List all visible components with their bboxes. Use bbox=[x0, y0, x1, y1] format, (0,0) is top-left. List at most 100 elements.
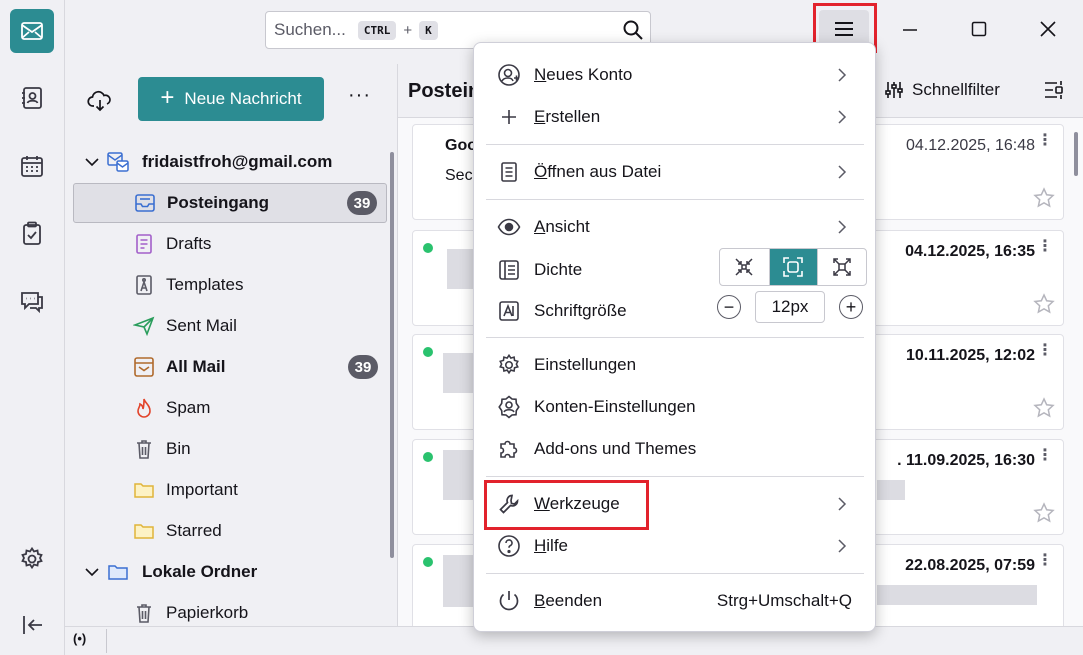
folder-item-starred[interactable]: Starred bbox=[73, 511, 387, 551]
menu-label: Öffnen aus Datei bbox=[534, 162, 662, 181]
chat-space-button[interactable] bbox=[10, 279, 54, 323]
online-status-icon[interactable]: (•) bbox=[73, 631, 97, 651]
menu-label: Beenden bbox=[534, 591, 603, 610]
tasks-space-button[interactable] bbox=[10, 211, 54, 255]
menu-item-account-settings[interactable]: Konten-Einstellungen bbox=[486, 387, 864, 427]
font-size-decrease-button[interactable]: − bbox=[717, 295, 741, 319]
menu-label: Add-ons und Themes bbox=[534, 439, 697, 458]
maximize-button[interactable] bbox=[966, 16, 992, 42]
plus-icon: + bbox=[160, 83, 175, 111]
menu-separator bbox=[486, 199, 864, 200]
minimize-button[interactable] bbox=[897, 16, 923, 42]
folder-label: Posteingang bbox=[167, 193, 270, 212]
star-icon[interactable] bbox=[1033, 397, 1055, 419]
new-account-icon bbox=[496, 62, 522, 88]
density-normal-icon bbox=[783, 257, 804, 277]
density-relaxed-button[interactable] bbox=[817, 249, 866, 285]
plus-icon bbox=[496, 104, 522, 130]
get-messages-icon[interactable] bbox=[87, 88, 113, 114]
search-placeholder: Suchen... bbox=[274, 20, 346, 39]
chevron-down-icon[interactable] bbox=[83, 563, 101, 581]
menu-item-create[interactable]: Erstellen bbox=[486, 97, 864, 137]
thread-pane-scrollbar[interactable] bbox=[1074, 132, 1078, 176]
close-button[interactable] bbox=[1035, 16, 1061, 42]
unread-count-badge: 39 bbox=[347, 191, 377, 215]
quick-filter-label: Schnellfilter bbox=[912, 80, 1000, 99]
calendar-space-button[interactable] bbox=[10, 144, 54, 188]
menu-item-new-account[interactable]: Neues Konto bbox=[486, 55, 864, 95]
gear-icon bbox=[496, 352, 522, 378]
account-row-local-folders[interactable]: Lokale Ordner bbox=[73, 552, 387, 592]
folder-label: Important bbox=[166, 480, 238, 499]
mail-account-icon bbox=[107, 151, 129, 173]
density-compact-button[interactable] bbox=[720, 249, 769, 285]
menu-item-open-file[interactable]: Öffnen aus Datei bbox=[486, 152, 864, 192]
folder-icon bbox=[133, 479, 155, 501]
chevron-right-icon bbox=[838, 497, 847, 511]
menu-label: Erstellen bbox=[534, 107, 601, 126]
display-options-icon[interactable] bbox=[1042, 79, 1064, 101]
star-icon[interactable] bbox=[1033, 502, 1055, 524]
folder-label: Drafts bbox=[166, 234, 212, 253]
folder-item-posteingang[interactable]: Posteingang 39 bbox=[73, 183, 387, 223]
folder-item-templates[interactable]: Templates bbox=[73, 265, 387, 305]
account-name: fridaistfroh@gmail.com bbox=[142, 152, 333, 171]
folder-icon bbox=[133, 520, 155, 542]
new-message-label: Neue Nachricht bbox=[184, 89, 302, 108]
menu-separator bbox=[486, 573, 864, 574]
chevron-right-icon bbox=[838, 68, 847, 82]
folder-item-spam[interactable]: Spam bbox=[73, 388, 387, 428]
shortcut-plus: + bbox=[403, 21, 413, 39]
file-icon bbox=[496, 159, 522, 185]
folder-item-drafts[interactable]: Drafts bbox=[73, 224, 387, 264]
folder-item-bin[interactable]: Bin bbox=[73, 429, 387, 469]
folder-pane-more-button[interactable]: ··· bbox=[348, 84, 371, 107]
folder-item-important[interactable]: Important bbox=[73, 470, 387, 510]
address-book-icon bbox=[22, 87, 42, 109]
folder-label: Papierkorb bbox=[166, 603, 249, 622]
menu-item-help[interactable]: Hilfe bbox=[486, 526, 864, 566]
address-book-space-button[interactable] bbox=[10, 76, 54, 120]
message-more-icon[interactable]: ⋮ bbox=[1037, 239, 1053, 255]
folder-item-sent-mail[interactable]: Sent Mail bbox=[73, 306, 387, 346]
shortcut-key-ctrl: CTRL bbox=[357, 20, 397, 40]
collapse-spaces-button[interactable] bbox=[10, 603, 54, 647]
chat-icon bbox=[21, 292, 43, 314]
search-icon[interactable] bbox=[622, 19, 644, 41]
font-size-increase-button[interactable]: + bbox=[839, 295, 863, 319]
menu-item-quit[interactable]: Beenden Strg+Umschalt+Q bbox=[486, 581, 864, 621]
account-row-gmail[interactable]: fridaistfroh@gmail.com bbox=[73, 142, 387, 182]
message-date: 04.12.2025, 16:48 bbox=[905, 137, 1035, 154]
folder-title: Postein bbox=[408, 80, 481, 102]
mail-space-button[interactable] bbox=[10, 9, 54, 53]
folder-label: Bin bbox=[166, 439, 191, 458]
inbox-icon bbox=[134, 192, 156, 214]
font-size-value[interactable]: 12px bbox=[755, 291, 825, 323]
message-more-icon[interactable]: ⋮ bbox=[1037, 133, 1053, 149]
message-more-icon[interactable]: ⋮ bbox=[1037, 343, 1053, 359]
status-separator bbox=[106, 629, 107, 653]
new-message-button[interactable]: + Neue Nachricht bbox=[138, 77, 324, 121]
folder-item-all-mail[interactable]: All Mail 39 bbox=[73, 347, 387, 387]
minimize-icon bbox=[903, 29, 917, 31]
puzzle-icon bbox=[496, 436, 522, 462]
menu-separator bbox=[486, 337, 864, 338]
chevron-right-icon bbox=[838, 165, 847, 179]
density-compact-icon bbox=[735, 258, 753, 276]
chevron-down-icon[interactable] bbox=[83, 153, 101, 171]
tasks-icon bbox=[23, 221, 41, 245]
settings-space-button[interactable] bbox=[10, 537, 54, 581]
message-more-icon[interactable]: ⋮ bbox=[1037, 553, 1053, 569]
star-icon[interactable] bbox=[1033, 293, 1055, 315]
star-icon[interactable] bbox=[1033, 187, 1055, 209]
message-more-icon[interactable]: ⋮ bbox=[1037, 448, 1053, 464]
quick-filter-button[interactable]: Schnellfilter bbox=[884, 80, 1000, 100]
density-normal-button[interactable] bbox=[768, 249, 818, 285]
menu-item-addons-themes[interactable]: Add-ons und Themes bbox=[486, 429, 864, 469]
folder-pane-scrollbar[interactable] bbox=[390, 152, 394, 558]
folder-label: Starred bbox=[166, 521, 222, 540]
chevron-right-icon bbox=[838, 539, 847, 553]
menu-item-font-size: Schriftgröße − 12px + bbox=[486, 291, 864, 331]
menu-item-settings[interactable]: Einstellungen bbox=[486, 345, 864, 385]
menu-item-view[interactable]: Ansicht bbox=[486, 207, 864, 247]
